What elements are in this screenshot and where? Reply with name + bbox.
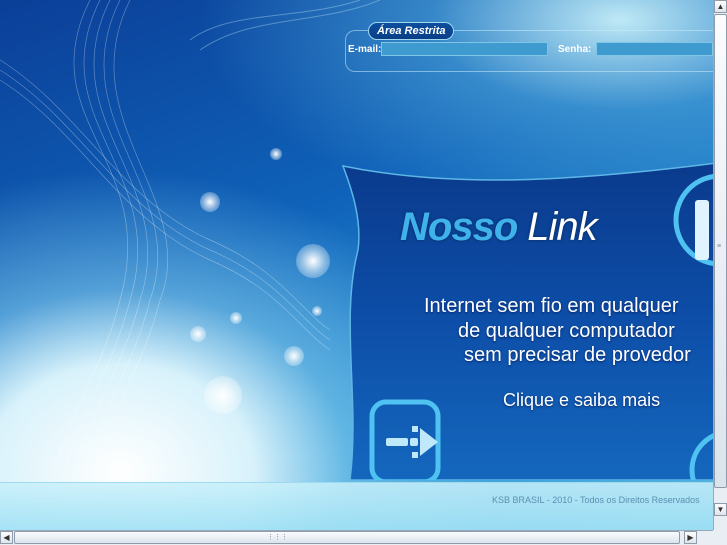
brand-name-part2: Link (527, 205, 597, 249)
vertical-scroll-thumb[interactable]: ≡ (714, 14, 727, 488)
email-field[interactable] (381, 42, 548, 56)
tagline-line-3: sem precisar de provedor (464, 344, 691, 366)
grip-icon: ⋮⋮⋮ (267, 534, 288, 541)
light-orb (270, 148, 282, 160)
footer-bar (0, 482, 713, 530)
light-orb (284, 346, 304, 366)
password-label: Senha: (558, 44, 592, 55)
light-orb (312, 306, 322, 316)
copyright-text: KSB BRASIL - 2010 - Todos os Direitos Re… (492, 495, 700, 505)
brand-name-part1: Nosso (400, 205, 518, 249)
light-orb (200, 192, 220, 212)
scrollbar-corner (713, 530, 727, 545)
tagline-line-2: de qualquer computador (458, 320, 675, 342)
light-orb (230, 312, 242, 324)
scroll-left-button[interactable]: ◀ (0, 531, 13, 544)
horizontal-scrollbar[interactable]: ◀ ⋮⋮⋮ ▶ (0, 530, 713, 545)
scroll-up-button[interactable]: ▲ (714, 0, 727, 13)
tagline-line-1: Internet sem fio em qualquer (424, 295, 679, 317)
grip-icon: ≡ (717, 243, 722, 250)
restricted-area-title: Área Restrita (368, 22, 455, 40)
scroll-right-button[interactable]: ▶ (684, 531, 697, 544)
email-label: E-mail: (348, 44, 382, 55)
scroll-down-button[interactable]: ▼ (714, 503, 727, 516)
brand-logo: Nosso Link (400, 205, 598, 250)
light-orb (190, 326, 206, 342)
vertical-scrollbar[interactable]: ▲ ≡ ▼ (713, 0, 727, 530)
light-orb (204, 376, 242, 414)
page-canvas: Área Restrita E-mail: Senha: Nosso Link I… (0, 0, 713, 530)
light-orb (296, 244, 330, 278)
horizontal-scroll-thumb[interactable]: ⋮⋮⋮ (14, 531, 680, 544)
learn-more-link[interactable]: Clique e saiba mais (503, 390, 660, 411)
password-field[interactable] (596, 42, 713, 56)
pause-icon[interactable] (695, 200, 709, 260)
arrow-right-icon[interactable] (380, 418, 440, 468)
